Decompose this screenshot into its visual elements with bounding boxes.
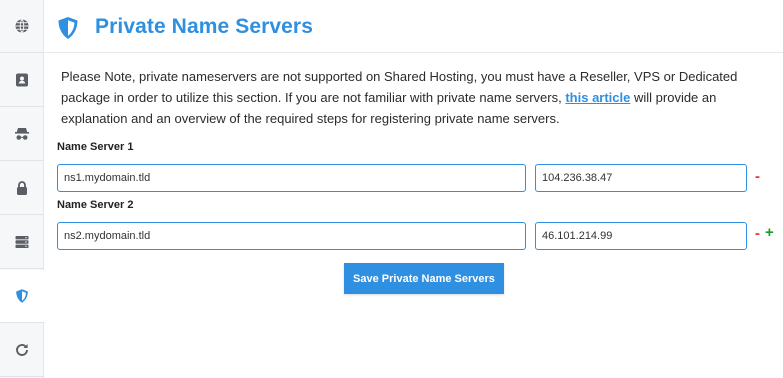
name-server-1-label: Name Server 1 — [57, 141, 134, 153]
sidebar-item-refresh[interactable] — [0, 324, 44, 377]
shield-icon — [57, 16, 79, 40]
incognito-icon — [14, 126, 30, 142]
sidebar-item-private-nameservers[interactable] — [0, 270, 45, 323]
page-header: Private Name Servers — [45, 0, 783, 53]
sidebar-item-contacts[interactable] — [0, 54, 44, 107]
remove-name-server-1-button[interactable]: - — [755, 169, 760, 184]
add-name-server-button[interactable]: + — [765, 225, 774, 240]
name-server-2-label: Name Server 2 — [57, 199, 134, 211]
sidebar-item-privacy[interactable] — [0, 108, 44, 161]
server-icon — [14, 234, 30, 250]
sidebar-item-nameservers[interactable] — [0, 0, 44, 53]
shield-icon — [14, 288, 30, 304]
lock-icon — [14, 180, 30, 196]
page-title: Private Name Servers — [95, 15, 313, 38]
globe-icon — [14, 18, 30, 34]
name-server-2-hostname-input[interactable] — [57, 222, 526, 250]
sidebar-item-dns[interactable] — [0, 216, 44, 269]
sidebar-item-lock[interactable] — [0, 162, 44, 215]
this-article-link[interactable]: this article — [565, 90, 630, 105]
sidebar — [0, 0, 45, 378]
notice-text: Please Note, private nameservers are not… — [61, 66, 776, 129]
name-server-2-ip-input[interactable] — [535, 222, 747, 250]
name-server-1-ip-input[interactable] — [535, 164, 747, 192]
contact-card-icon — [14, 72, 30, 88]
refresh-icon — [14, 342, 30, 358]
remove-name-server-2-button[interactable]: - — [755, 226, 760, 241]
name-server-1-hostname-input[interactable] — [57, 164, 526, 192]
save-private-name-servers-button[interactable]: Save Private Name Servers — [344, 263, 504, 294]
